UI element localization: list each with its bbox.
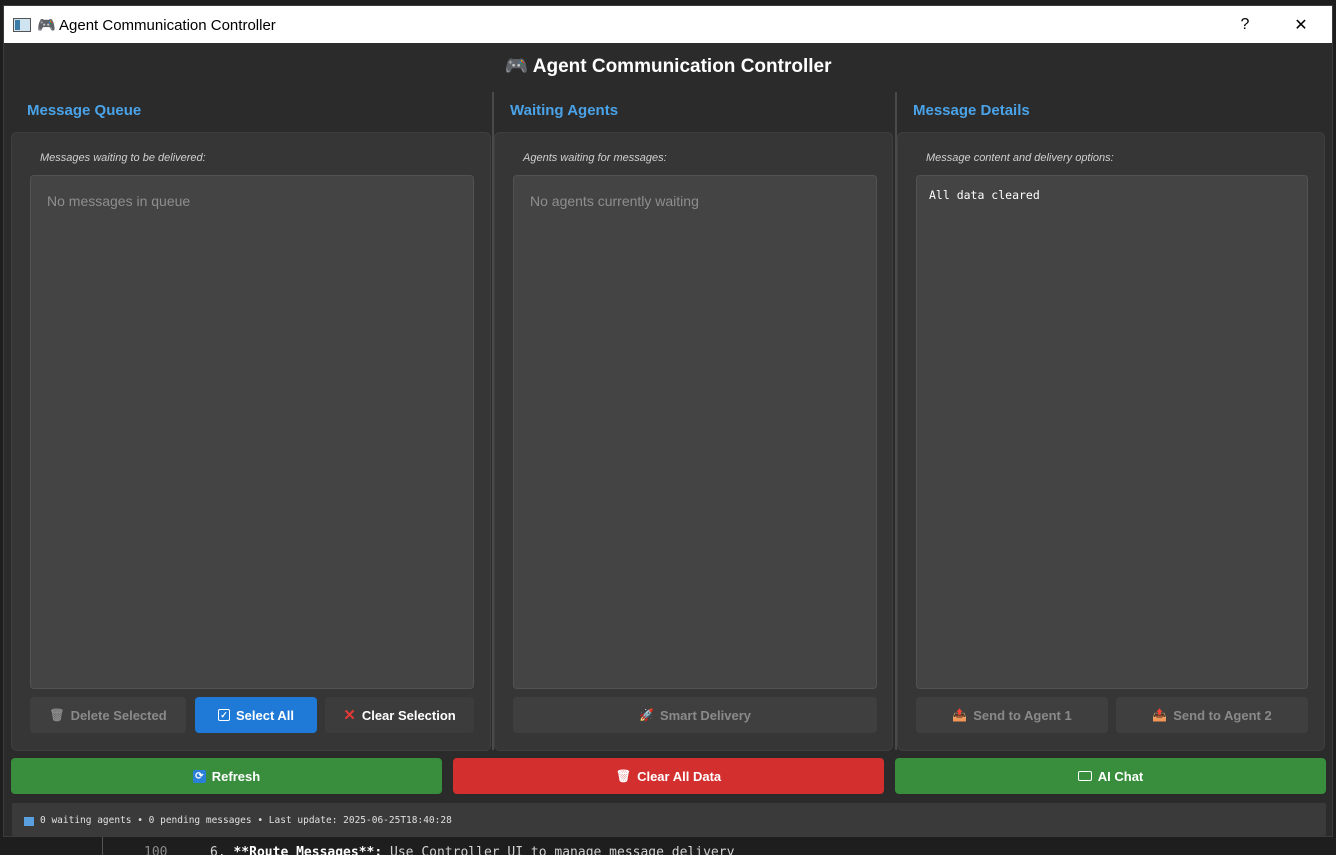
controller-window: 🎮 Agent Communication Controller ? ✕ 🎮 A… [3, 5, 1333, 837]
window-app-icon [13, 17, 31, 32]
message-queue-empty-text: No messages in queue [47, 193, 191, 209]
send-to-agent-2-label: Send to Agent 2 [1173, 707, 1272, 723]
outbox-icon: 📤 [1152, 708, 1168, 722]
clear-selection-button[interactable]: ✕ Clear Selection [325, 697, 474, 733]
message-details-textarea[interactable]: All data cleared [916, 175, 1308, 689]
waiting-agents-subtitle: Agents waiting for messages: [523, 152, 667, 164]
status-text: 0 waiting agents • 0 pending messages • … [40, 815, 452, 826]
cross-icon: ✕ [343, 706, 356, 724]
send-to-agent-2-button[interactable]: 📤 Send to Agent 2 [1116, 697, 1308, 733]
message-queue-panel: Messages waiting to be delivered: No mes… [11, 132, 491, 751]
message-details-content: All data cleared [929, 188, 1040, 202]
title-bar[interactable]: 🎮 Agent Communication Controller ? ✕ [4, 6, 1332, 43]
clear-selection-label: Clear Selection [361, 707, 456, 723]
waiting-agents-panel: Agents waiting for messages: No agents c… [494, 132, 893, 751]
refresh-icon: ⟳ [192, 769, 206, 783]
rocket-icon: 🚀 [638, 708, 654, 722]
delete-selected-button[interactable]: 🗑 Delete Selected [30, 697, 186, 733]
editor-line-text: 6. **Route Messages**: Use Controller UI… [210, 845, 734, 855]
waiting-agents-list[interactable]: No agents currently waiting [513, 175, 877, 689]
chat-icon [1077, 771, 1092, 781]
message-queue-subtitle: Messages waiting to be delivered: [40, 152, 206, 164]
message-queue-list[interactable]: No messages in queue [30, 175, 474, 689]
delete-selected-label: Delete Selected [70, 707, 167, 723]
select-all-button[interactable]: ✓ Select All [195, 697, 317, 733]
smart-delivery-button[interactable]: 🚀 Smart Delivery [513, 697, 877, 733]
refresh-label: Refresh [211, 768, 261, 784]
message-details-title: Message Details [913, 102, 1030, 119]
outbox-icon: 📤 [952, 708, 968, 722]
send-to-agent-1-button[interactable]: 📤 Send to Agent 1 [916, 697, 1108, 733]
editor-gutter-line [102, 836, 103, 855]
editor-line-number: 100 [144, 845, 168, 855]
clear-all-data-label: Clear All Data [637, 768, 722, 784]
message-queue-title: Message Queue [27, 102, 142, 119]
window-title: 🎮 Agent Communication Controller [37, 16, 276, 34]
trash-icon: 🗑 [49, 708, 65, 722]
message-details-panel: Message content and delivery options: Al… [897, 132, 1325, 751]
message-details-subtitle: Message content and delivery options: [926, 152, 1114, 164]
clear-all-data-button[interactable]: 🗑 Clear All Data [453, 758, 884, 794]
app-header-title: 🎮 Agent Communication Controller [504, 56, 832, 77]
waiting-agents-empty-text: No agents currently waiting [530, 193, 699, 209]
editor-line-bold: **Route Messages**: [233, 845, 383, 855]
background-editor: 100 6. **Route Messages**: Use Controlle… [0, 836, 1336, 855]
checkbox-icon: ✓ [217, 709, 230, 721]
help-button[interactable]: ? [1222, 6, 1268, 43]
send-to-agent-1-label: Send to Agent 1 [973, 707, 1072, 723]
status-bar: 0 waiting agents • 0 pending messages • … [12, 803, 1326, 836]
ai-chat-label: AI Chat [1097, 768, 1144, 784]
trash-icon: 🗑 [615, 769, 632, 783]
refresh-button[interactable]: ⟳ Refresh [11, 758, 442, 794]
select-all-label: Select All [235, 707, 295, 723]
chart-icon [24, 817, 34, 826]
close-button[interactable]: ✕ [1278, 6, 1324, 43]
smart-delivery-label: Smart Delivery [659, 707, 751, 723]
waiting-agents-title: Waiting Agents [510, 102, 619, 119]
editor-line-rest: Use Controller UI to manage message deli… [390, 845, 735, 855]
ai-chat-button[interactable]: AI Chat [895, 758, 1326, 794]
editor-line-prefix: 6. [210, 845, 226, 855]
